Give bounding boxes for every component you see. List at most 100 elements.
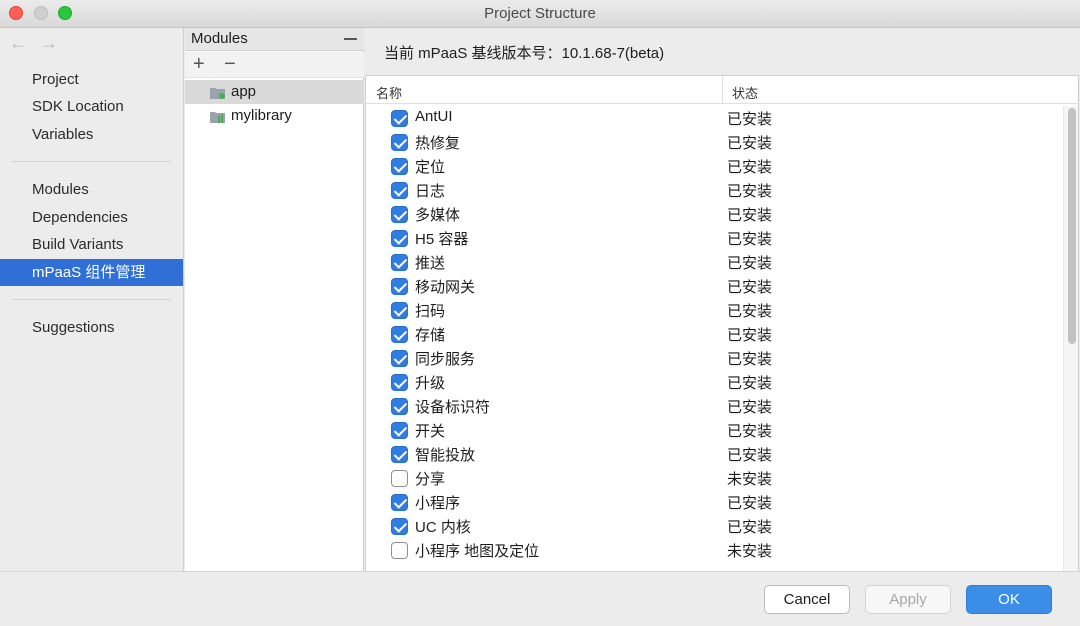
component-name: 小程序 — [415, 495, 461, 512]
table-row[interactable]: 小程序 地图及定位 未安装 — [366, 538, 1062, 562]
modules-title: Modules — [191, 30, 248, 47]
component-status: 已安装 — [727, 159, 773, 176]
table-row[interactable]: 日志 已安装 — [366, 178, 1062, 202]
add-module-button[interactable]: + — [193, 53, 205, 75]
table-row[interactable]: 小程序 已安装 — [366, 490, 1062, 514]
component-name: 推送 — [415, 255, 446, 272]
table-row[interactable]: 升级 已安装 — [366, 370, 1062, 394]
table-row[interactable]: 定位 已安装 — [366, 154, 1062, 178]
component-checkbox[interactable] — [391, 254, 408, 271]
table-row[interactable]: 热修复 已安装 — [366, 130, 1062, 154]
component-status: 已安装 — [727, 375, 773, 392]
component-name: AntUI — [415, 108, 453, 125]
component-status: 已安装 — [727, 399, 773, 416]
arrow-right-icon[interactable]: → — [40, 33, 58, 54]
component-name: UC 内核 — [415, 519, 471, 536]
component-checkbox[interactable] — [391, 494, 408, 511]
module-label: app — [231, 83, 257, 100]
component-checkbox[interactable] — [391, 350, 408, 367]
component-checkbox[interactable] — [391, 134, 408, 151]
component-checkbox[interactable] — [391, 110, 408, 127]
component-checkbox[interactable] — [391, 398, 408, 415]
remove-module-button[interactable]: − — [224, 53, 236, 75]
component-name: 设备标识符 — [415, 399, 491, 416]
component-name: 智能投放 — [415, 447, 476, 464]
component-checkbox[interactable] — [391, 206, 408, 223]
table-row[interactable]: 扫码 已安装 — [366, 298, 1062, 322]
component-status: 未安装 — [727, 543, 773, 560]
sidebar: ← → Project SDK Location Variables Modul… — [0, 28, 184, 571]
title-bar: Project Structure — [0, 0, 1080, 28]
table-row[interactable]: 开关 已安装 — [366, 418, 1062, 442]
sidebar-divider — [12, 299, 171, 300]
component-checkbox[interactable] — [391, 230, 408, 247]
table-row[interactable]: 分享 未安装 — [366, 466, 1062, 490]
component-name: 日志 — [415, 183, 446, 200]
sidebar-item-build-variants[interactable]: Build Variants — [0, 231, 183, 258]
components-table: 名称 状态 AntUI 已安装 热修复 已安装 定位 已安装 日志 已安装 多媒体 已安装 H5 容… — [365, 75, 1079, 585]
module-item-app[interactable]: app — [185, 80, 364, 104]
sidebar-item-dependencies[interactable]: Dependencies — [0, 204, 183, 231]
component-checkbox[interactable] — [391, 278, 408, 295]
column-separator[interactable] — [722, 76, 723, 104]
component-checkbox[interactable] — [391, 302, 408, 319]
component-status: 已安装 — [727, 303, 773, 320]
table-row[interactable]: 同步服务 已安装 — [366, 346, 1062, 370]
component-checkbox[interactable] — [391, 326, 408, 343]
component-checkbox[interactable] — [391, 446, 408, 463]
component-status: 已安装 — [727, 255, 773, 272]
table-row[interactable]: H5 容器 已安装 — [366, 226, 1062, 250]
modules-panel: Modules + − app mylibrary — [185, 28, 364, 571]
sidebar-item-mpaas[interactable]: mPaaS 组件管理 — [0, 259, 183, 286]
module-item-mylibrary[interactable]: mylibrary — [185, 104, 364, 128]
component-status: 已安装 — [727, 207, 773, 224]
component-checkbox[interactable] — [391, 374, 408, 391]
component-name: 分享 — [415, 471, 446, 488]
table-row[interactable]: AntUI 已安装 — [366, 106, 1062, 130]
component-status: 已安装 — [727, 519, 773, 536]
component-status: 已安装 — [727, 231, 773, 248]
table-row[interactable]: 设备标识符 已安装 — [366, 394, 1062, 418]
component-name: 移动网关 — [415, 279, 476, 296]
component-status: 已安装 — [727, 495, 773, 512]
sidebar-item-variables[interactable]: Variables — [0, 121, 183, 148]
arrow-left-icon[interactable]: ← — [9, 33, 27, 54]
ok-button[interactable]: OK — [966, 585, 1052, 614]
component-name: 多媒体 — [415, 207, 461, 224]
apply-button[interactable]: Apply — [865, 585, 951, 614]
component-name: H5 容器 — [415, 231, 469, 248]
baseline-version-text: 当前 mPaaS 基线版本号：10.1.68-7(beta) — [384, 45, 665, 62]
column-header-status[interactable]: 状态 — [732, 83, 758, 102]
component-checkbox[interactable] — [391, 542, 408, 559]
library-module-icon — [210, 112, 225, 123]
collapse-icon[interactable] — [344, 38, 357, 40]
table-row[interactable]: 移动网关 已安装 — [366, 274, 1062, 298]
component-status: 已安装 — [727, 183, 773, 200]
table-row[interactable]: 智能投放 已安装 — [366, 442, 1062, 466]
cancel-button[interactable]: Cancel — [764, 585, 850, 614]
vertical-scrollbar[interactable] — [1063, 106, 1078, 584]
component-status: 已安装 — [727, 111, 773, 128]
scrollbar-thumb[interactable] — [1068, 108, 1076, 344]
component-checkbox[interactable] — [391, 518, 408, 535]
component-checkbox[interactable] — [391, 470, 408, 487]
component-checkbox[interactable] — [391, 182, 408, 199]
component-name: 热修复 — [415, 135, 461, 152]
table-row[interactable]: UC 内核 已安装 — [366, 514, 1062, 538]
table-row[interactable]: 多媒体 已安装 — [366, 202, 1062, 226]
component-status: 已安装 — [727, 327, 773, 344]
table-header: 名称 状态 — [366, 76, 1078, 104]
component-status: 已安装 — [727, 423, 773, 440]
sidebar-item-project[interactable]: Project — [0, 66, 183, 93]
table-row[interactable]: 存储 已安装 — [366, 322, 1062, 346]
component-checkbox[interactable] — [391, 158, 408, 175]
component-name: 开关 — [415, 423, 446, 440]
column-header-name[interactable]: 名称 — [376, 83, 402, 102]
window-title: Project Structure — [484, 5, 596, 22]
sidebar-item-suggestions[interactable]: Suggestions — [0, 314, 183, 341]
component-checkbox[interactable] — [391, 422, 408, 439]
sidebar-item-sdk-location[interactable]: SDK Location — [0, 93, 183, 120]
sidebar-item-modules[interactable]: Modules — [0, 176, 183, 203]
component-status: 已安装 — [727, 351, 773, 368]
table-row[interactable]: 推送 已安装 — [366, 250, 1062, 274]
